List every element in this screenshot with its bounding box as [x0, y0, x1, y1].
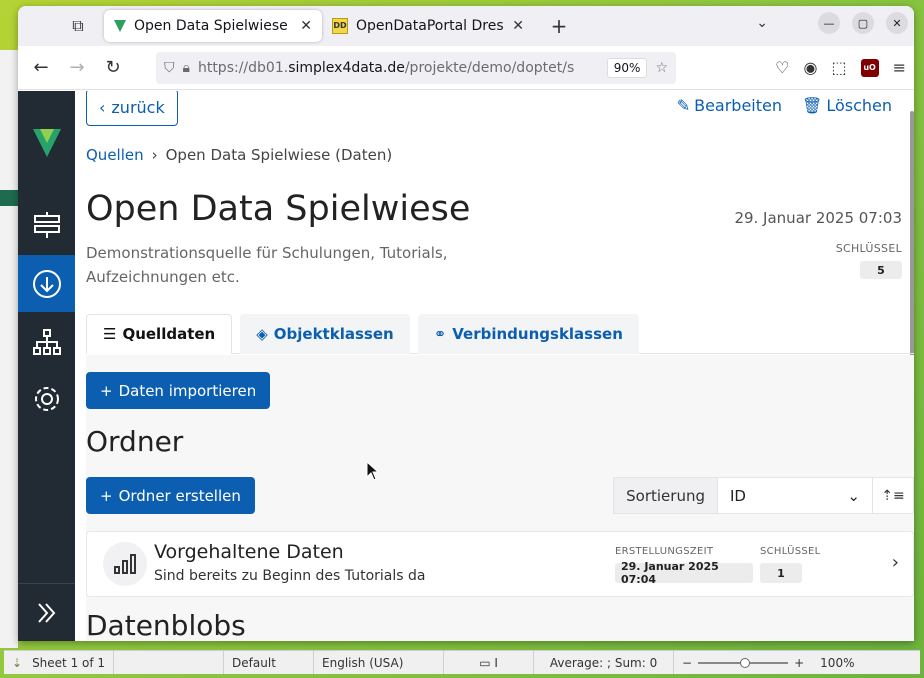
database-icon: ☰	[103, 325, 117, 343]
expand-sidebar-icon[interactable]	[18, 583, 75, 641]
url-text[interactable]: https://db01.simplex4data.de/projekte/de…	[198, 60, 599, 76]
status-sheet: ⇣ Sheet 1 of 1	[4, 651, 115, 674]
ublock-icon[interactable]: uO	[860, 58, 879, 77]
sort-direction-icon[interactable]: ⇡≡	[873, 478, 913, 513]
folder-subtitle: Sind bereits zu Beginn des Tutorials da	[154, 568, 426, 584]
sheet-accent	[0, 190, 18, 206]
zoom-out-icon[interactable]: −	[682, 656, 692, 670]
tab-overflow-chevron-icon[interactable]: ⌄	[756, 15, 768, 31]
navigation-bar: ← → ↻ ⛉ 🔒︎ https://db01.simplex4data.de/…	[18, 46, 914, 90]
folder-created-badge: 29. Januar 2025 07:04	[615, 560, 753, 586]
folders-heading: Ordner	[86, 425, 184, 458]
status-summary: Average: ; Sum: 0	[534, 651, 675, 674]
hierarchy-icon[interactable]	[18, 313, 75, 370]
app-root: ‹ zurück ✎ Bearbeiten 🗑︎ Löschen Quellen ›…	[18, 91, 914, 641]
breadcrumb: Quellen › Open Data Spielwiese (Daten)	[86, 146, 392, 164]
mouse-cursor-icon	[366, 461, 378, 481]
menu-icon[interactable]: ≡	[893, 58, 906, 77]
browser-tab-inactive[interactable]: DD OpenDataPortal Dresden ✕	[322, 10, 534, 42]
lock-icon[interactable]: 🔒︎	[183, 60, 190, 76]
back-arrow-icon[interactable]: ←	[26, 53, 56, 83]
download-circle-icon[interactable]	[18, 255, 75, 312]
row-header-strip	[0, 50, 18, 648]
browser-tab-active[interactable]: Open Data Spielwiese - Q ✕	[104, 10, 322, 42]
reload-icon[interactable]: ↻	[98, 53, 128, 83]
trash-icon: 🗑︎	[802, 96, 823, 115]
breadcrumb-sources-link[interactable]: Quellen	[86, 146, 144, 164]
import-data-button[interactable]: + Daten importieren	[86, 372, 271, 409]
pencil-icon: ✎	[676, 96, 691, 115]
tab-panel: + Daten importieren Ordner + Ordner erst…	[86, 355, 914, 641]
extensions-icon[interactable]: ⬚	[831, 58, 846, 77]
source-tabs: ☰ Quelldaten ◈ Objektklassen ⚭ Verbindun…	[86, 314, 914, 354]
browser-window: ⧉ Open Data Spielwiese - Q ✕ DD OpenData…	[18, 6, 914, 641]
tab-verbindungsklassen[interactable]: ⚭ Verbindungsklassen	[417, 314, 639, 354]
dresden-favicon-icon: DD	[332, 18, 348, 34]
zoom-slider[interactable]: − +	[674, 656, 812, 670]
new-tab-button[interactable]: +	[544, 14, 574, 38]
tab-list-icon[interactable]: ⧉	[60, 11, 96, 41]
tab-quelldaten[interactable]: ☰ Quelldaten	[86, 314, 233, 354]
forward-arrow-icon[interactable]: →	[62, 53, 92, 83]
main-content: ‹ zurück ✎ Bearbeiten 🗑︎ Löschen Quellen ›…	[75, 91, 914, 641]
close-tab-icon[interactable]: ✕	[300, 18, 312, 34]
folder-created-label: ERSTELLUNGSZEIT	[615, 546, 714, 557]
zoom-in-icon[interactable]: +	[794, 656, 804, 670]
chevron-down-icon: ⌄	[847, 486, 860, 505]
breadcrumb-current: Open Data Spielwiese (Daten)	[165, 146, 393, 164]
minimize-button[interactable]: —	[818, 12, 840, 34]
bar-chart-icon	[103, 542, 147, 586]
key-badge: 5	[860, 261, 902, 279]
spreadsheet-statusbar: ⇣ Sheet 1 of 1 Default English (USA) ▭ I …	[4, 650, 920, 674]
bookmark-star-icon[interactable]: ☆	[655, 60, 668, 76]
chevron-left-icon: ‹	[99, 98, 106, 117]
close-tab-icon[interactable]: ✕	[512, 18, 524, 34]
account-icon[interactable]: ◉	[804, 58, 818, 77]
sidebar	[18, 91, 75, 641]
diamond-icon: ◈	[256, 325, 268, 343]
plus-icon: +	[100, 486, 113, 505]
selection-mode-icon[interactable]: ▭ I	[444, 651, 535, 674]
chevron-right-icon: ›	[151, 146, 158, 164]
delete-button[interactable]: 🗑︎ Löschen	[802, 96, 892, 115]
status-zoom: 100%	[820, 655, 855, 670]
maximize-button[interactable]: ▢	[852, 12, 874, 34]
status-icon: ⇣	[12, 655, 23, 670]
sort-label: Sortierung	[614, 478, 718, 513]
folder-key-badge: 1	[760, 563, 802, 583]
edit-button[interactable]: ✎ Bearbeiten	[677, 96, 782, 115]
chevron-right-icon[interactable]: ›	[892, 552, 899, 573]
close-window-button[interactable]: ✕	[886, 12, 908, 34]
shield-icon[interactable]: ⛉	[164, 60, 175, 76]
page-description: Demonstrationsquelle für Schulungen, Tut…	[86, 244, 448, 286]
plus-icon: +	[100, 381, 113, 400]
status-style: Default	[224, 651, 315, 674]
tab-strip: ⧉ Open Data Spielwiese - Q ✕ DD OpenData…	[18, 6, 914, 46]
created-timestamp: 29. Januar 2025 07:03	[734, 209, 902, 227]
sort-select[interactable]: ID ⌄	[718, 478, 873, 513]
app-logo-inner	[40, 129, 54, 143]
back-button[interactable]: ‹ zurück	[86, 91, 178, 126]
url-bar[interactable]: ⛉ 🔒︎ https://db01.simplex4data.de/projek…	[156, 51, 676, 84]
page-title: Open Data Spielwiese	[86, 189, 471, 229]
sort-control: Sortierung ID ⌄ ⇡≡	[613, 477, 914, 514]
settings-gear-icon[interactable]	[18, 370, 75, 427]
folder-card[interactable]: Vorgehaltene Daten Sind bereits zu Begin…	[86, 531, 914, 597]
signpost-icon[interactable]	[18, 196, 75, 253]
folder-key-label: SCHLÜSSEL	[760, 546, 821, 557]
create-folder-button[interactable]: + Ordner erstellen	[86, 477, 255, 514]
site-favicon-icon	[114, 20, 126, 32]
tab-objektklassen[interactable]: ◈ Objektklassen	[240, 314, 410, 354]
datablobs-heading: Datenblobs	[86, 609, 246, 641]
key-label: SCHLÜSSEL	[835, 242, 902, 255]
zoom-indicator[interactable]: 90%	[606, 57, 648, 78]
folder-title: Vorgehaltene Daten	[154, 541, 344, 563]
pocket-icon[interactable]: ♡	[775, 58, 789, 77]
link-icon: ⚭	[433, 325, 447, 343]
status-language: English (USA)	[314, 651, 445, 674]
